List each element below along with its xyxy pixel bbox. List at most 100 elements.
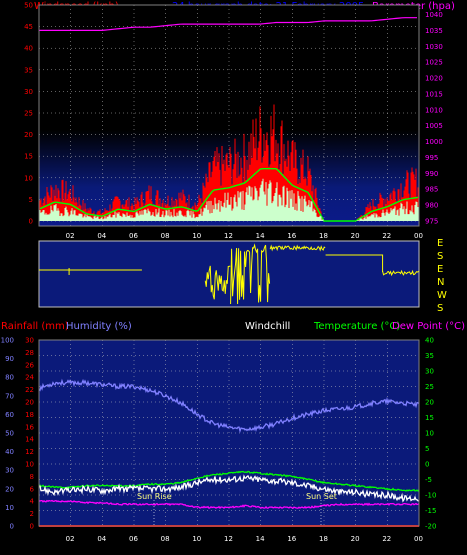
direction-panel: E S E N W S <box>38 238 447 314</box>
rainfall-tick-label: 14 <box>25 436 34 444</box>
temp-x-tick-label: 18 <box>319 535 328 543</box>
direction-label-e2: E <box>437 264 443 275</box>
humidity-tick-label: 20 <box>5 485 14 493</box>
barometer-tick-label: 985 <box>425 186 438 194</box>
windspeed-tick-label: 45 <box>24 23 33 31</box>
humidity-axis-label: Humidity (%) <box>66 321 132 332</box>
wind-x-tick-label: 06 <box>129 232 138 240</box>
sunset-annotation: Sun Set <box>306 492 337 501</box>
temp-x-tick-label: 00 <box>414 535 423 543</box>
humidity-tick-label: 100 <box>1 337 14 345</box>
windspeed-tick-label: 35 <box>24 66 33 74</box>
rainfall-axis-label: Rainfall (mm) <box>1 321 69 332</box>
temp-x-tick-label: 14 <box>256 535 265 543</box>
rainfall-tick-label: 10 <box>25 461 34 469</box>
barometer-tick-label: 1000 <box>425 138 443 146</box>
windspeed-tick-label: 30 <box>24 88 33 96</box>
temperature-tick-label: -10 <box>425 492 436 500</box>
direction-label-s1: S <box>437 251 443 262</box>
humidity-tick-label: 30 <box>5 467 14 475</box>
humidity-tick-label: 40 <box>5 448 14 456</box>
windspeed-tick-label: 20 <box>24 131 33 139</box>
rainfall-tick-label: 4 <box>30 498 35 506</box>
temperature-tick-label: 20 <box>425 399 434 407</box>
windspeed-tick-label: 0 <box>29 218 33 226</box>
rainfall-tick-label: 26 <box>25 361 34 369</box>
wind-x-tick-label: 16 <box>287 232 296 240</box>
wind-x-tick-label: 22 <box>382 232 391 240</box>
dewpoint-axis-label: Dew Point (°C) <box>392 321 465 332</box>
rainfall-tick-label: 18 <box>25 411 34 419</box>
wind-panel: 05101520253035404550 9759809859909951000… <box>24 2 443 227</box>
temp-x-tick-label: 22 <box>382 535 391 543</box>
temperature-tick-label: 35 <box>425 352 434 360</box>
temperature-tick-label: -5 <box>425 476 432 484</box>
barometer-tick-label: 1025 <box>425 59 443 67</box>
wind-x-tick-label: 02 <box>66 232 75 240</box>
temp-x-tick-label: 10 <box>192 535 201 543</box>
barometer-tick-label: 1010 <box>425 106 443 114</box>
windchill-legend-label: Windchill <box>245 321 290 332</box>
rainfall-tick-label: 20 <box>25 399 34 407</box>
sunrise-annotation: Sun Rise <box>137 492 172 501</box>
direction-label-e1: E <box>437 238 443 249</box>
temperature-tick-label: 10 <box>425 430 434 438</box>
rainfall-tick-label: 30 <box>25 337 34 345</box>
barometer-tick-label: 975 <box>425 218 438 226</box>
temperature-tick-label: 40 <box>425 337 434 345</box>
temp-x-tick-label: 02 <box>66 535 75 543</box>
barometer-tick-label: 1040 <box>425 11 443 19</box>
temp-x-tick-label: 04 <box>97 535 106 543</box>
humidity-tick-label: 0 <box>10 523 14 531</box>
humidity-tick-label: 10 <box>5 504 14 512</box>
rainfall-tick-label: 2 <box>30 510 34 518</box>
temperature-tick-label: 5 <box>425 445 429 453</box>
wind-x-tick-label: 18 <box>319 232 328 240</box>
rainfall-tick-label: 12 <box>25 448 34 456</box>
temp-x-tick-label: 06 <box>129 535 138 543</box>
rainfall-tick-label: 24 <box>25 374 34 382</box>
wind-x-tick-label: 10 <box>192 232 201 240</box>
humidity-tick-label: 70 <box>5 392 14 400</box>
windspeed-tick-label: 50 <box>24 2 33 10</box>
temperature-tick-label: 25 <box>425 383 434 391</box>
temperature-tick-label: -20 <box>425 523 436 531</box>
barometer-tick-label: 990 <box>425 170 438 178</box>
temp-x-tick-label: 20 <box>351 535 360 543</box>
wind-x-tick-label: 08 <box>161 232 170 240</box>
temperature-tick-label: 30 <box>425 368 434 376</box>
barometer-tick-label: 1005 <box>425 122 443 130</box>
windspeed-tick-label: 10 <box>24 174 33 182</box>
temperature-tick-label: 15 <box>425 414 434 422</box>
wind-x-tick-label: 14 <box>256 232 265 240</box>
windspeed-tick-label: 15 <box>24 153 33 161</box>
humidity-tick-label: 80 <box>5 374 14 382</box>
wind-x-tick-label: 04 <box>97 232 106 240</box>
direction-label-n: N <box>437 277 444 288</box>
direction-label-w: W <box>437 290 447 301</box>
barometer-tick-label: 1035 <box>425 27 443 35</box>
rainfall-tick-label: 6 <box>30 485 35 493</box>
temp-x-tick-label: 16 <box>287 535 296 543</box>
barometer-tick-label: 980 <box>425 202 438 210</box>
temperature-tick-label: -15 <box>425 507 436 515</box>
direction-label-s2: S <box>437 303 443 314</box>
wind-x-tick-label: 20 <box>351 232 360 240</box>
wind-x-tick-label: 12 <box>224 232 233 240</box>
barometer-tick-label: 1015 <box>425 90 443 98</box>
barometer-tick-label: 995 <box>425 154 438 162</box>
weather-graph: Windspeed (kph) 24 hour graph date: 21 F… <box>1 1 465 543</box>
temp-x-tick-label: 08 <box>161 535 170 543</box>
temperature-axis-label: Temperature (°C) <box>313 321 400 332</box>
humidity-tick-label: 60 <box>5 411 14 419</box>
humidity-tick-label: 90 <box>5 355 14 363</box>
temp-panel: 0102030405060708090100024681012141618202… <box>1 337 437 531</box>
barometer-tick-label: 1020 <box>425 75 443 83</box>
windspeed-tick-label: 25 <box>24 110 33 118</box>
rainfall-tick-label: 28 <box>25 349 34 357</box>
windspeed-tick-label: 40 <box>24 45 33 53</box>
rainfall-tick-label: 22 <box>25 386 34 394</box>
barometer-tick-label: 1030 <box>425 43 443 51</box>
temp-x-tick-label: 12 <box>224 535 233 543</box>
temperature-tick-label: 0 <box>425 461 429 469</box>
